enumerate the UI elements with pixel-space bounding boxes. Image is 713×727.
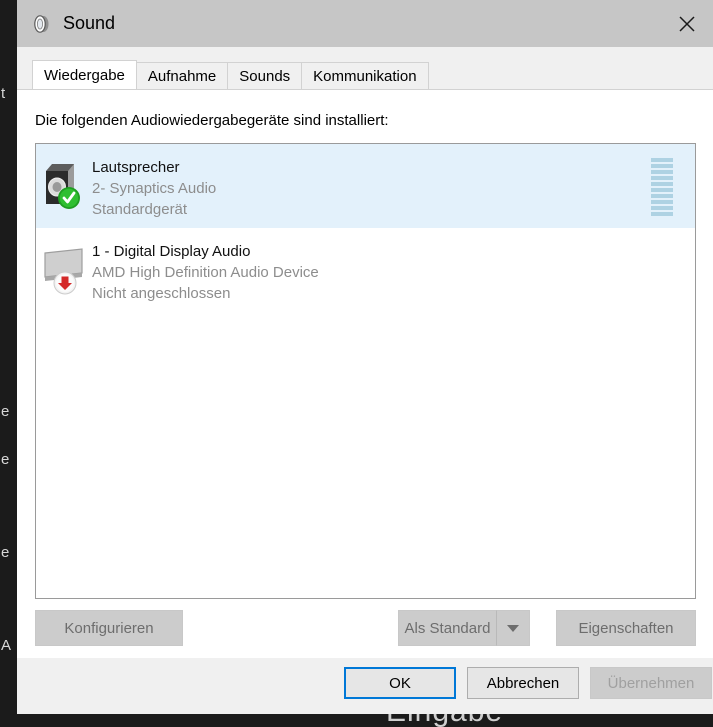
close-icon[interactable] bbox=[661, 0, 713, 47]
meter-segment bbox=[651, 188, 673, 192]
set-default-split-button[interactable]: Als Standard bbox=[398, 610, 530, 646]
action-button-row: Konfigurieren Als Standard Eigenschaften bbox=[17, 599, 713, 657]
meter-segment bbox=[651, 194, 673, 198]
configure-button[interactable]: Konfigurieren bbox=[35, 610, 183, 646]
meter-segment bbox=[651, 164, 673, 168]
monitor-device-icon bbox=[36, 238, 92, 300]
meter-segment bbox=[651, 158, 673, 162]
device-text-block: Lautsprecher 2- Synaptics Audio Standard… bbox=[92, 154, 216, 220]
properties-button[interactable]: Eigenschaften bbox=[556, 610, 696, 646]
panel-description: Die folgenden Audiowiedergabegeräte sind… bbox=[35, 112, 389, 129]
dialog-footer: OK Abbrechen Übernehmen bbox=[17, 658, 713, 714]
tab-sounds[interactable]: Sounds bbox=[227, 62, 303, 89]
set-default-button[interactable]: Als Standard bbox=[398, 610, 496, 646]
bg-text-fragment: e bbox=[1, 544, 10, 561]
meter-segment bbox=[651, 206, 673, 210]
chevron-down-icon[interactable] bbox=[496, 610, 530, 646]
device-status: Standardgerät bbox=[92, 201, 188, 218]
device-list[interactable]: Lautsprecher 2- Synaptics Audio Standard… bbox=[35, 143, 696, 599]
device-name: Lautsprecher bbox=[92, 159, 180, 176]
device-name: 1 - Digital Display Audio bbox=[92, 243, 251, 260]
tab-wiedergabe[interactable]: Wiedergabe bbox=[32, 60, 137, 89]
tab-kommunikation[interactable]: Kommunikation bbox=[301, 62, 429, 89]
device-subtitle: 2- Synaptics Audio bbox=[92, 180, 217, 197]
list-item[interactable]: Lautsprecher 2- Synaptics Audio Standard… bbox=[36, 144, 695, 228]
tab-aufnahme[interactable]: Aufnahme bbox=[135, 62, 229, 89]
apply-button[interactable]: Übernehmen bbox=[590, 667, 712, 699]
device-text-block: 1 - Digital Display Audio AMD High Defin… bbox=[92, 238, 319, 304]
meter-segment bbox=[651, 182, 673, 186]
ok-button[interactable]: OK bbox=[344, 667, 456, 699]
cancel-button[interactable]: Abbrechen bbox=[467, 667, 579, 699]
speaker-device-icon bbox=[36, 154, 92, 216]
meter-segment bbox=[651, 176, 673, 180]
bg-text-fragment: A bbox=[1, 637, 12, 654]
titlebar: Sound bbox=[17, 0, 713, 47]
meter-segment bbox=[651, 170, 673, 174]
volume-meter bbox=[651, 158, 673, 216]
sound-dialog: Sound Wiedergabe Aufnahme Sounds Kommuni… bbox=[17, 0, 713, 714]
device-status: Nicht angeschlossen bbox=[92, 285, 231, 302]
bg-text-fragment: e bbox=[1, 451, 10, 468]
list-item[interactable]: 1 - Digital Display Audio AMD High Defin… bbox=[36, 228, 695, 312]
meter-segment bbox=[651, 200, 673, 204]
device-subtitle: AMD High Definition Audio Device bbox=[92, 264, 319, 281]
window-title: Sound bbox=[63, 13, 116, 33]
tabstrip: Wiedergabe Aufnahme Sounds Kommunikation bbox=[17, 60, 713, 89]
desktop-background-left-strip: t e e e A bbox=[0, 0, 17, 727]
bg-text-fragment: e bbox=[1, 403, 10, 420]
bg-text-fragment: t bbox=[1, 85, 6, 102]
meter-segment bbox=[651, 212, 673, 216]
speaker-icon bbox=[31, 13, 53, 35]
tab-panel-wiedergabe: Die folgenden Audiowiedergabegeräte sind… bbox=[17, 89, 713, 658]
